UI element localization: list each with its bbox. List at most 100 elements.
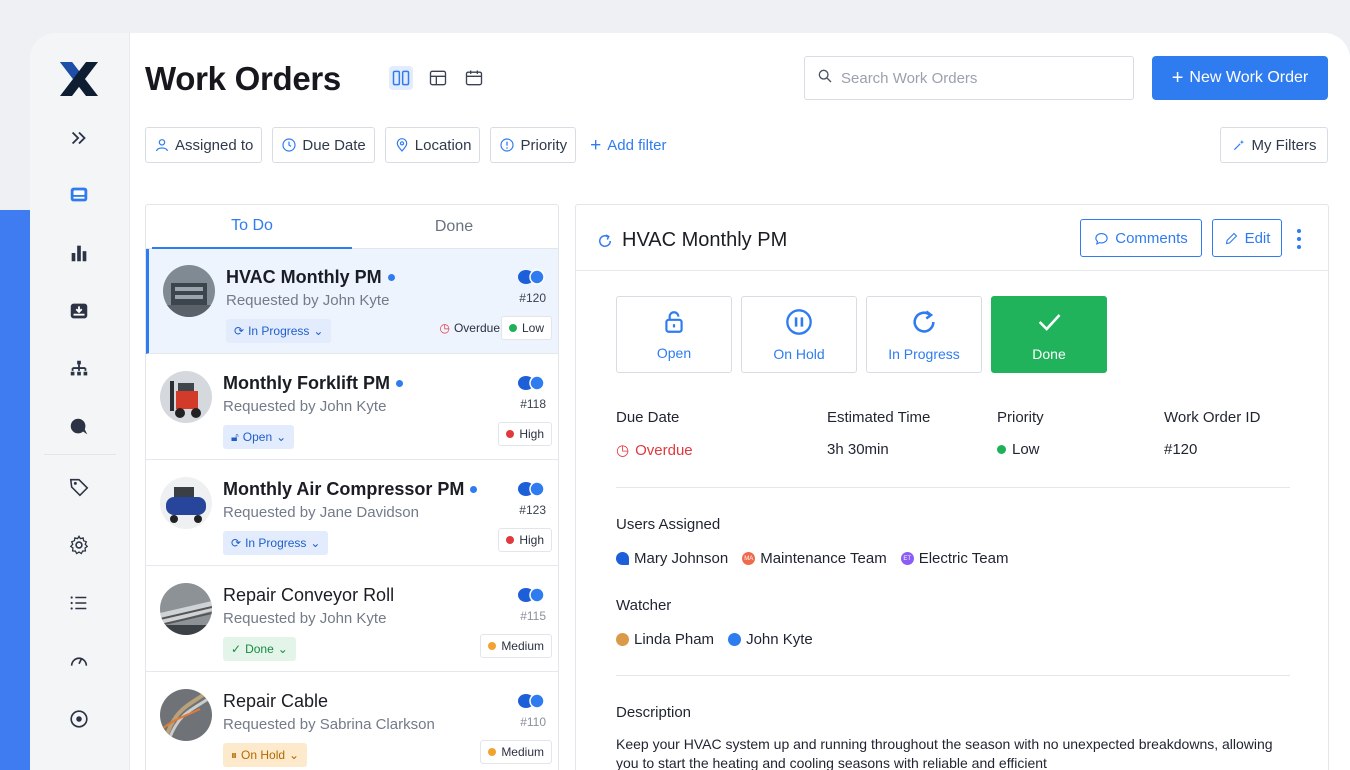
recurring-icon: [599, 233, 612, 247]
pause-icon: ⏸︎: [231, 747, 238, 762]
list-item[interactable]: HVAC Monthly PM Requested by John Kyte ⟳…: [146, 249, 558, 354]
hierarchy-icon[interactable]: [67, 357, 91, 381]
status-dropdown[interactable]: ⏸︎ On Hold ⌄: [223, 743, 308, 767]
assigned-user[interactable]: Mary Johnson: [616, 550, 728, 567]
divider: [616, 487, 1290, 488]
tab-todo[interactable]: To Do: [152, 205, 352, 249]
user-name: Linda Pham: [634, 631, 715, 648]
work-order-thumbnail: [160, 689, 212, 741]
description-label: Description: [616, 704, 692, 721]
tab-done[interactable]: Done: [354, 205, 554, 249]
more-options-icon[interactable]: [1292, 227, 1306, 251]
app-window: Work Orders + New Work Order Assigned to…: [30, 33, 1350, 770]
filter-label: Due Date: [302, 136, 366, 154]
page-title: Work Orders: [145, 60, 341, 97]
assigned-user[interactable]: ET Electric Team: [900, 550, 1008, 567]
estimated-time-label: Estimated Time: [827, 409, 931, 426]
new-work-order-button[interactable]: + New Work Order: [1152, 56, 1328, 100]
list-item[interactable]: Repair Cable Requested by Sabrina Clarks…: [146, 673, 558, 770]
work-order-title: Monthly Air Compressor PM: [223, 479, 478, 500]
location-icon: [396, 138, 408, 152]
status-dropdown[interactable]: ⟳ In Progress ⌄: [226, 319, 332, 343]
sidebar: [30, 33, 130, 770]
status-dropdown[interactable]: 🔓︎ Open ⌄: [223, 425, 295, 449]
board-view-icon[interactable]: [389, 66, 413, 90]
edit-button[interactable]: Edit: [1212, 219, 1282, 257]
refresh-icon: ⟳: [234, 324, 245, 338]
due-date-label: Due Date: [616, 409, 680, 426]
location-pin-icon[interactable]: [67, 707, 91, 731]
work-order-list: To Do Done HVAC Monthly PM Requested by …: [145, 204, 559, 770]
due-date-text: Overdue: [635, 441, 693, 459]
meter-icon[interactable]: [67, 649, 91, 673]
messages-icon[interactable]: [67, 415, 91, 439]
add-filter-label: Add filter: [607, 136, 667, 154]
requests-icon[interactable]: [67, 299, 91, 323]
work-orders-icon[interactable]: [67, 183, 91, 207]
status-label: Open: [656, 344, 692, 361]
filter-location[interactable]: Location: [384, 127, 481, 163]
overdue-tag: ◷ Overdue: [439, 316, 500, 340]
app-logo: [58, 60, 100, 98]
users-assigned-list: Mary Johnson MA Maintenance Team ET Elec…: [616, 550, 1008, 567]
search-input[interactable]: [841, 69, 1121, 87]
status-on-hold-button[interactable]: On Hold: [741, 296, 857, 373]
list-item[interactable]: Monthly Air Compressor PM Requested by J…: [146, 461, 558, 566]
chevron-down-icon: ⌄: [289, 748, 300, 762]
priority-badge: High: [498, 528, 552, 552]
list-item[interactable]: Monthly Forklift PM Requested by John Ky…: [146, 355, 558, 460]
status-label: In Progress: [888, 345, 960, 362]
tag-icon[interactable]: [67, 475, 91, 499]
status-label: Done: [1032, 345, 1066, 362]
status-in-progress-button[interactable]: In Progress: [866, 296, 982, 373]
chevron-down-icon: ⌄: [276, 430, 287, 444]
list-item[interactable]: Repair Conveyor Roll Requested by John K…: [146, 567, 558, 672]
status-label: Open: [242, 430, 273, 444]
search-box[interactable]: [804, 56, 1134, 100]
priority-label: High: [519, 427, 544, 441]
users-assigned-label: Users Assigned: [616, 516, 721, 533]
pause-circle-icon: [786, 308, 812, 335]
comments-button[interactable]: Comments: [1080, 219, 1202, 257]
status-label: In Progress: [245, 536, 307, 550]
user-name: Maintenance Team: [760, 550, 887, 567]
assigned-user[interactable]: MA Maintenance Team: [742, 550, 887, 567]
assignee-avatar-icon: [516, 267, 546, 285]
work-order-id: #120: [519, 291, 546, 305]
priority-label: Low: [521, 321, 544, 335]
analytics-icon[interactable]: [67, 241, 91, 265]
my-filters-button[interactable]: My Filters: [1220, 127, 1328, 163]
status-open-button[interactable]: Open: [616, 296, 732, 373]
status-dropdown[interactable]: ⟳ In Progress ⌄: [223, 531, 329, 555]
table-view-icon[interactable]: [426, 66, 450, 90]
clock-icon: [282, 138, 296, 152]
watcher-user[interactable]: John Kyte: [728, 631, 813, 648]
unlock-icon: [665, 310, 683, 333]
filter-priority[interactable]: Priority: [490, 127, 577, 163]
user-avatar: [616, 633, 629, 646]
comment-icon: [1095, 232, 1108, 245]
comments-label: Comments: [1115, 229, 1188, 247]
title-text: Monthly Air Compressor PM: [223, 479, 465, 499]
work-order-thumbnail: [160, 477, 212, 529]
expand-sidebar-icon[interactable]: [67, 126, 91, 150]
work-order-thumbnail: [160, 371, 212, 423]
calendar-view-icon[interactable]: [462, 66, 486, 90]
priority-dot: [506, 430, 515, 438]
watcher-user[interactable]: Linda Pham: [616, 631, 714, 648]
priority-dot: [488, 748, 497, 756]
filter-label: Priority: [520, 136, 568, 154]
status-done-button[interactable]: Done: [991, 296, 1107, 373]
add-filter-button[interactable]: + Add filter: [586, 136, 666, 155]
status-dropdown[interactable]: ✓ Done ⌄: [223, 637, 296, 661]
filter-due-date[interactable]: Due Date: [272, 127, 375, 163]
unlock-icon: 🔓︎: [231, 429, 239, 444]
filter-assigned-to[interactable]: Assigned to: [145, 127, 263, 163]
description-text: Keep your HVAC system up and running thr…: [616, 736, 1273, 770]
gear-icon[interactable]: [67, 533, 91, 557]
priority-label: Medium: [501, 639, 544, 653]
divider: [616, 675, 1290, 676]
sparkle-icon: [1233, 139, 1244, 151]
list-icon[interactable]: [67, 591, 91, 615]
plus-icon: +: [590, 134, 602, 156]
